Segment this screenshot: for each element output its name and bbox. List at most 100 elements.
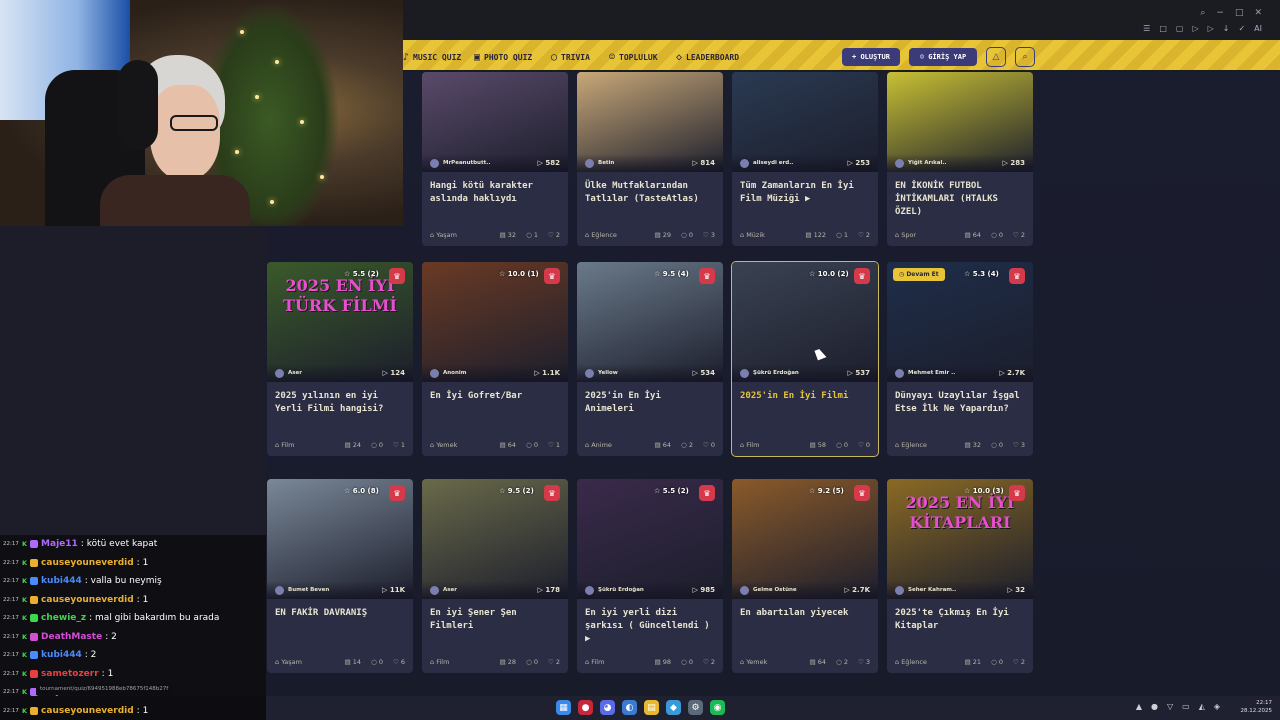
crown-icon[interactable]: ♛ [544, 268, 560, 284]
quiz-title[interactable]: EN FAKİR DAVRANIŞ [267, 599, 413, 651]
quiz-thumbnail[interactable]: 2025 EN İYİ KİTAPLARI ☆ 10.0 (3) ♛ Seher Ka… [887, 479, 1033, 599]
browser-toolbar-icon[interactable]: ▷ [1192, 24, 1198, 33]
create-button[interactable]: + OLUŞTUR [842, 48, 900, 66]
crown-icon[interactable]: ♛ [854, 268, 870, 284]
chat-username[interactable]: causeyouneverdid [41, 595, 134, 605]
quiz-title[interactable]: 2025'te Çıkmış En İyi Kitaplar [887, 599, 1033, 651]
nav-item-photo-quiz[interactable]: ▣ PHOTO QUIZ [474, 52, 532, 63]
quiz-title[interactable]: 2025'in En İyi Filmi [732, 382, 878, 434]
browser-toolbar-icon[interactable]: ☰ [1143, 24, 1150, 33]
tray-icon[interactable]: ◭ [1199, 702, 1205, 711]
crown-icon[interactable]: ♛ [1009, 268, 1025, 284]
quiz-title[interactable]: Ülke Mutfaklarından Tatlılar (TasteAtlas… [577, 172, 723, 224]
taskbar-app-icon[interactable]: ◉ [710, 700, 725, 715]
crown-icon[interactable]: ♛ [389, 485, 405, 501]
author-name[interactable]: Yellow [598, 370, 693, 376]
browser-toolbar-icon[interactable]: ▷ [1208, 24, 1214, 33]
chat-username[interactable]: chewie_z [41, 613, 86, 623]
taskbar-app-icon[interactable]: ▦ [556, 700, 571, 715]
chat-username[interactable]: kubi444 [41, 650, 82, 660]
crown-icon[interactable]: ♛ [389, 268, 405, 284]
quiz-card[interactable]: ☆ 9.5 (4) ♛ Yellow ▷ 534 2025'in En İyi Anim… [577, 262, 723, 456]
category-label[interactable]: ⌂ Müzik [740, 231, 795, 239]
nav-item-leaderboard[interactable]: ◇ LEADERBOARD [676, 52, 739, 63]
quiz-card[interactable]: Yiğit Arıkal.. ▷ 283 EN İKONİK FUTBOL İNTİ… [887, 72, 1033, 246]
browser-toolbar-icon[interactable]: □ [1159, 24, 1167, 33]
taskbar-app-icon[interactable]: ◕ [600, 700, 615, 715]
quiz-thumbnail[interactable]: ☆ 9.5 (4) ♛ Yellow ▷ 534 [577, 262, 723, 382]
quiz-thumbnail[interactable]: ☆ 6.0 (8) ♛ Bumet Beven ▷ 11K [267, 479, 413, 599]
author-name[interactable]: Şükrü Erdoğan [598, 587, 693, 593]
quiz-title[interactable]: EN İKONİK FUTBOL İNTİKAMLARI (HTALKS ÖZE… [887, 172, 1033, 224]
nav-item-music-quiz[interactable]: ♪ MUSIC QUIZ [403, 52, 461, 63]
category-label[interactable]: ⌂ Eğlence [895, 658, 955, 666]
quiz-thumbnail[interactable]: ☆ 9.5 (2) ♛ Aser ▷ 178 [422, 479, 568, 599]
tray-icon[interactable]: ▲ [1136, 702, 1142, 711]
author-name[interactable]: Şükrü Erdoğan [753, 370, 848, 376]
category-label[interactable]: ⌂ Spor [895, 231, 955, 239]
author-name[interactable]: Aser [288, 370, 383, 376]
category-label[interactable]: ⌂ Yemek [430, 441, 490, 449]
quiz-thumbnail[interactable]: 2025 EN İYİ TÜRK FİLMİ ☆ 5.5 (2) ♛ Aser ▷ 12… [267, 262, 413, 382]
crown-icon[interactable]: ♛ [699, 268, 715, 284]
quiz-thumbnail[interactable]: ☆ 10.0 (2) ♛ Şükrü Erdoğan ▷ 537 [732, 262, 878, 382]
chat-username[interactable]: causeyouneverdid [41, 558, 134, 568]
quiz-thumbnail[interactable]: ☆ 5.5 (2) ♛ Şükrü Erdoğan ▷ 985 [577, 479, 723, 599]
taskbar-app-icon[interactable]: ⚙ [688, 700, 703, 715]
quiz-card[interactable]: ☆ 5.5 (2) ♛ Şükrü Erdoğan ▷ 985 En iyi yerli… [577, 479, 723, 673]
category-label[interactable]: ⌂ Yaşam [275, 658, 335, 666]
quiz-card[interactable]: 2025 EN İYİ KİTAPLARI ☆ 10.0 (3) ♛ Seher Ka… [887, 479, 1033, 673]
taskbar-app-icon[interactable]: ● [578, 700, 593, 715]
nav-item-trivia[interactable]: ◯ TRIVIA [551, 52, 590, 63]
quiz-thumbnail[interactable]: aliseydi erd.. ▷ 253 [732, 72, 878, 172]
crown-icon[interactable]: ♛ [699, 485, 715, 501]
quiz-title[interactable]: Hangi kötü karakter aslında haklıydı [422, 172, 568, 224]
author-name[interactable]: aliseydi erd.. [753, 160, 848, 166]
browser-toolbar-icon[interactable]: ▢ [1176, 24, 1184, 33]
author-name[interactable]: Bumet Beven [288, 587, 382, 593]
taskbar-app-icon[interactable]: ◐ [622, 700, 637, 715]
quiz-thumbnail[interactable]: ☆ 10.0 (1) ♛ Anonim ▷ 1.1K [422, 262, 568, 382]
quiz-thumbnail[interactable]: Betin ▷ 814 [577, 72, 723, 172]
author-name[interactable]: MrPeanutbutt.. [443, 160, 538, 166]
taskbar-app-icon[interactable]: ▤ [644, 700, 659, 715]
quiz-thumbnail[interactable]: ☆ 9.2 (5) ♛ Gelme Ostüne ▷ 2.7K [732, 479, 878, 599]
category-label[interactable]: ⌂ Film [275, 441, 335, 449]
category-label[interactable]: ⌂ Eğlence [895, 441, 955, 449]
quiz-card[interactable]: ☆ 5.3 (4) ♛ ◷ Devam Et Mehmet Emir .. ▷ 2.7K… [887, 262, 1033, 456]
quiz-title[interactable]: Tüm Zamanların En İyi Film Müziği ▶ [732, 172, 878, 224]
chat-username[interactable]: sametozerr [41, 669, 99, 679]
author-name[interactable]: Aser [443, 587, 538, 593]
category-label[interactable]: ⌂ Yaşam [430, 231, 490, 239]
quiz-thumbnail[interactable]: MrPeanutbutt.. ▷ 582 [422, 72, 568, 172]
quiz-title[interactable]: 2025 yılının en iyi Yerli Filmi hangisi? [267, 382, 413, 434]
window-control-icon[interactable]: ⌕ [1200, 8, 1205, 18]
quiz-card[interactable]: ☆ 10.0 (1) ♛ Anonim ▷ 1.1K En İyi Gofret/Bar… [422, 262, 568, 456]
quiz-card[interactable]: ☆ 6.0 (8) ♛ Bumet Beven ▷ 11K EN FAKİR DAVRA… [267, 479, 413, 673]
crown-icon[interactable]: ♛ [1009, 485, 1025, 501]
window-control-icon[interactable]: − [1216, 8, 1224, 18]
quiz-card[interactable]: Betin ▷ 814 Ülke Mutfaklarından Tatlılar (… [577, 72, 723, 246]
login-button[interactable]: ☺ GİRİŞ YAP [909, 48, 977, 66]
continue-badge[interactable]: ◷ Devam Et [893, 268, 945, 281]
nav-item-topluluk[interactable]: ☺ TOPLULUK [609, 52, 658, 63]
taskbar-clock[interactable]: 22:17 28.12.2025 [1241, 699, 1273, 715]
crown-icon[interactable]: ♛ [854, 485, 870, 501]
bell-icon[interactable]: △ [986, 47, 1006, 67]
category-label[interactable]: ⌂ Anime [585, 441, 645, 449]
category-label[interactable]: ⌂ Eğlence [585, 231, 645, 239]
quiz-card[interactable]: aliseydi erd.. ▷ 253 Tüm Zamanların En İyi… [732, 72, 878, 246]
tray-icon[interactable]: ▽ [1167, 702, 1173, 711]
quiz-card[interactable]: MrPeanutbutt.. ▷ 582 Hangi kötü karakter a… [422, 72, 568, 246]
quiz-card[interactable]: ☆ 9.2 (5) ♛ Gelme Ostüne ▷ 2.7K En abartılan… [732, 479, 878, 673]
crown-icon[interactable]: ♛ [544, 485, 560, 501]
quiz-thumbnail[interactable]: Yiğit Arıkal.. ▷ 283 [887, 72, 1033, 172]
tray-icon[interactable]: ▭ [1182, 702, 1190, 711]
author-name[interactable]: Yiğit Arıkal.. [908, 160, 1003, 166]
quiz-title[interactable]: Dünyayı Uzaylılar İşgal Etse İlk Ne Yapa… [887, 382, 1033, 434]
search-icon[interactable]: ⌕ [1015, 47, 1035, 67]
author-name[interactable]: Gelme Ostüne [753, 587, 844, 593]
quiz-card[interactable]: ☆ 9.5 (2) ♛ Aser ▷ 178 En iyi Şener Şen Film… [422, 479, 568, 673]
chat-username[interactable]: kubi444 [41, 576, 82, 586]
author-name[interactable]: Mehmet Emir .. [908, 370, 999, 376]
